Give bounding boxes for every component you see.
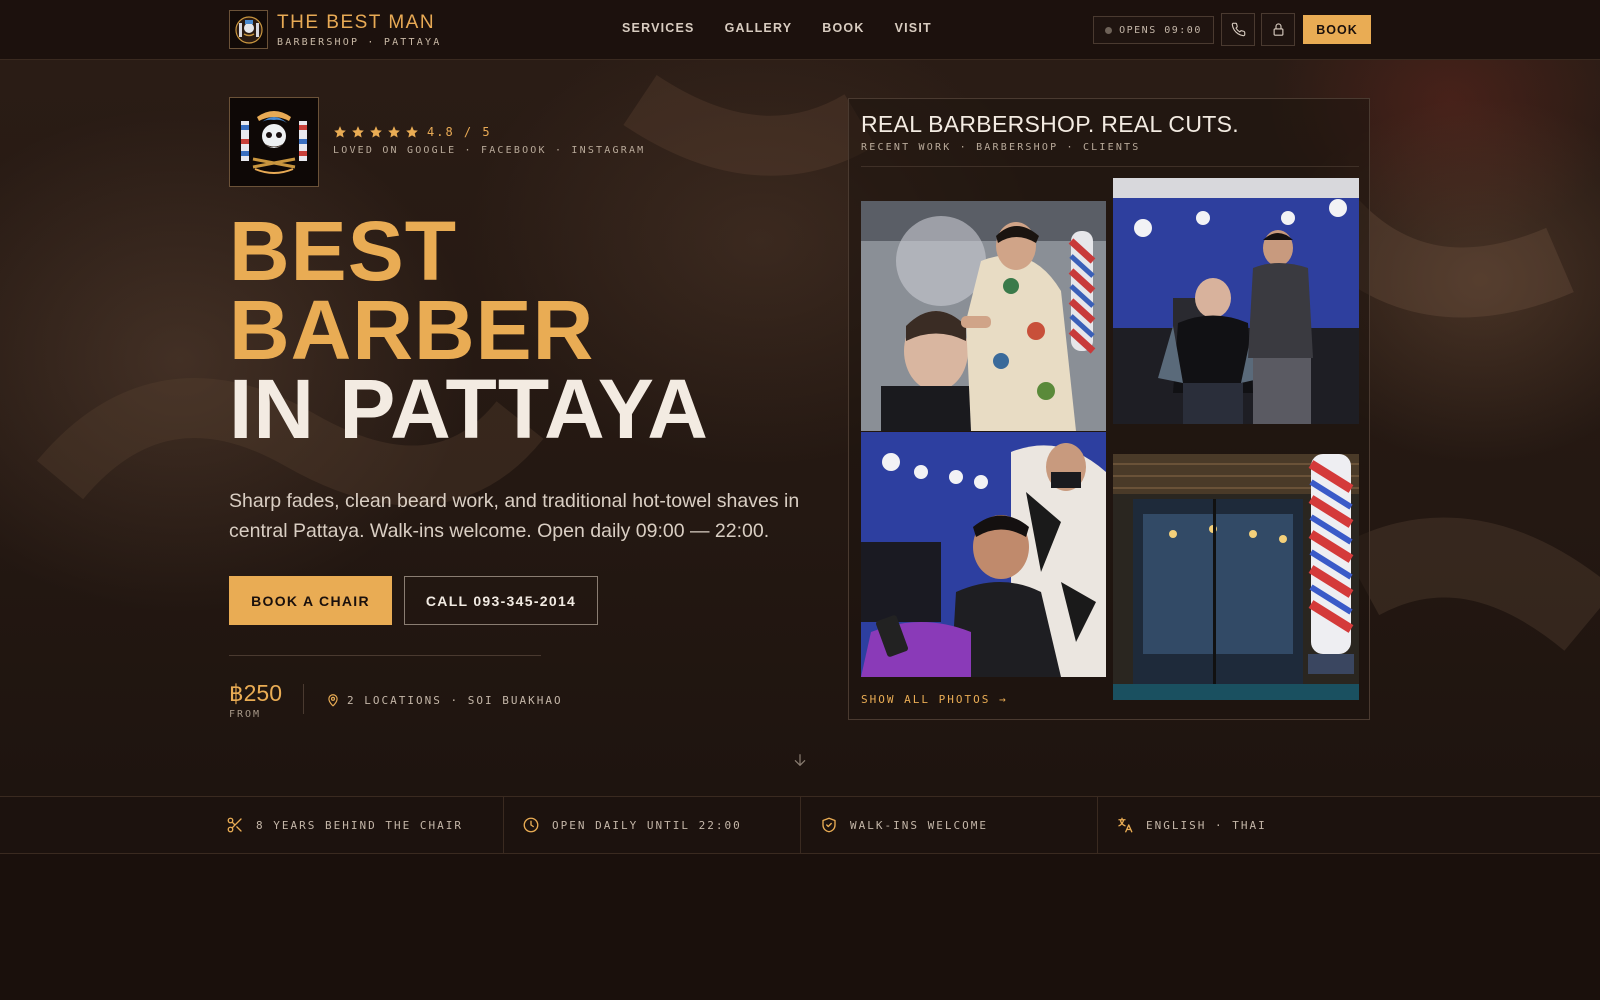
hero-tagline: Sharp fades, clean beard work, and tradi… <box>229 490 800 542</box>
brand-logo-icon <box>229 10 268 49</box>
gallery-photo-clients[interactable] <box>1113 178 1359 424</box>
rating-summary: 4.8 / 5 <box>333 125 492 139</box>
feature-walkins-label: WALK-INS WELCOME <box>850 818 988 832</box>
nav-item-book[interactable]: BOOK <box>822 21 864 35</box>
feature-experience-label: 8 YEARS BEHIND THE CHAIR <box>256 818 463 832</box>
gallery-divider <box>861 166 1359 167</box>
lock-icon <box>1273 23 1283 36</box>
nav-item-gallery[interactable]: GALLERY <box>725 21 793 35</box>
price-separator <box>303 684 304 714</box>
gallery-title: REAL BARBERSHOP. REAL CUTS. <box>861 111 1239 137</box>
feature-separator <box>1097 797 1098 853</box>
status-dot-icon <box>1105 26 1113 34</box>
starting-price: ฿250 <box>229 680 283 706</box>
scroll-down-icon[interactable] <box>792 752 808 773</box>
nav-item-services[interactable]: SERVICES <box>622 21 695 35</box>
star-icon <box>334 126 346 138</box>
feature-separator <box>800 797 801 853</box>
call-button[interactable] <box>1221 13 1255 46</box>
phone-icon <box>1231 22 1245 37</box>
photo-clients-image <box>1113 178 1359 424</box>
locations-text: 2 LOCATIONS · SOI BUAKHAO <box>347 693 563 707</box>
gallery-photo-fade[interactable] <box>861 432 1106 677</box>
feature-separator <box>503 797 504 853</box>
show-all-photos-link[interactable]: SHOW ALL PHOTOS → <box>861 693 1008 706</box>
feature-languages-label: ENGLISH · THAI <box>1146 818 1267 832</box>
star-icon <box>352 126 364 138</box>
headline-line-1: BEST <box>229 204 458 298</box>
headline-line-3: IN PATTAYA <box>229 362 709 456</box>
review-sources: LOVED ON GOOGLE · FACEBOOK · INSTAGRAM <box>333 145 646 156</box>
feature-hours: OPEN DAILY UNTIL 22:00 <box>522 797 742 853</box>
gallery-photo-haircut[interactable] <box>861 201 1106 431</box>
star-icon <box>370 126 382 138</box>
book-a-chair-button[interactable]: BOOK A CHAIR <box>229 576 392 625</box>
call-phone-button[interactable]: CALL 093-345-2014 <box>404 576 598 625</box>
photo-storefront-image <box>1113 454 1359 700</box>
nav-item-visit[interactable]: VISIT <box>895 21 932 35</box>
gallery-photo-storefront[interactable] <box>1113 454 1359 700</box>
hero-headline: BEST BARBER IN PATTAYA <box>229 204 709 456</box>
main-nav: SERVICES GALLERY BOOK VISIT <box>622 21 932 35</box>
gallery-subtitle: RECENT WORK · BARBERSHOP · CLIENTS <box>861 142 1141 153</box>
brand-subtitle: BARBERSHOP · PATTAYA <box>277 36 442 48</box>
scissors-icon <box>227 817 242 833</box>
star-icon <box>388 126 400 138</box>
opening-status-badge: OPENS 09:00 <box>1093 16 1214 44</box>
price-from-label: FROM <box>229 709 262 720</box>
feature-hours-label: OPEN DAILY UNTIL 22:00 <box>552 818 742 832</box>
site-header: THE BEST MAN BARBERSHOP · PATTAYA SERVIC… <box>0 0 1600 60</box>
photo-fade-image <box>861 432 1106 677</box>
hero-divider <box>229 655 541 656</box>
lock-button[interactable] <box>1261 13 1295 46</box>
photo-haircut-image <box>861 201 1106 431</box>
feature-languages: ENGLISH · THAI <box>1116 797 1267 853</box>
rating-value: 4.8 / 5 <box>427 125 492 139</box>
map-pin-icon <box>328 694 338 707</box>
gallery-panel: REAL BARBERSHOP. REAL CUTS. RECENT WORK … <box>848 98 1370 720</box>
locations-info[interactable]: 2 LOCATIONS · SOI BUAKHAO <box>326 693 563 707</box>
header-book-button[interactable]: BOOK <box>1303 15 1371 44</box>
star-icon <box>406 126 418 138</box>
headline-line-2: BARBER <box>229 283 595 377</box>
clock-icon <box>523 817 539 833</box>
feature-experience: 8 YEARS BEHIND THE CHAIR <box>226 797 463 853</box>
brand-name: THE BEST MAN <box>277 11 436 33</box>
shield-check-icon <box>822 817 836 833</box>
opening-status-text: OPENS 09:00 <box>1119 24 1202 36</box>
brand[interactable]: THE BEST MAN BARBERSHOP · PATTAYA <box>229 10 441 49</box>
rating-stars <box>333 125 419 139</box>
translate-icon <box>1118 817 1133 833</box>
shop-logo-badge <box>229 97 319 187</box>
feature-walkins: WALK-INS WELCOME <box>820 797 988 853</box>
feature-strip: 8 YEARS BEHIND THE CHAIR OPEN DAILY UNTI… <box>0 796 1600 854</box>
barbershop-skull-logo-icon <box>241 111 307 174</box>
